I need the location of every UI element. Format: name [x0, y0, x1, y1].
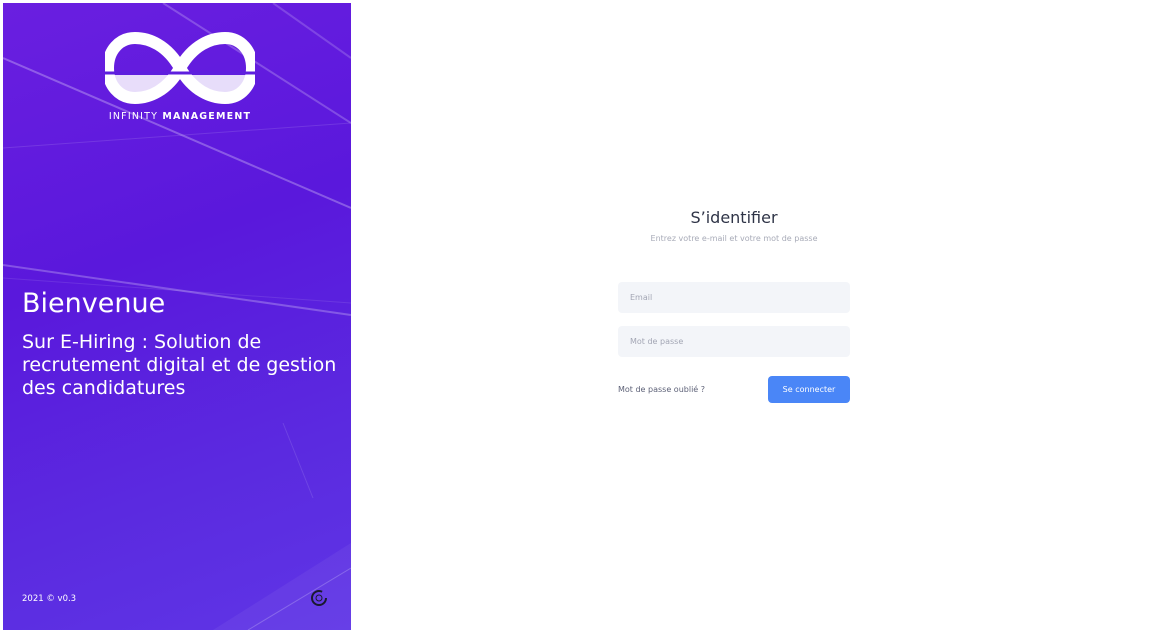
welcome-title: Bienvenue	[22, 288, 166, 319]
password-field[interactable]	[618, 326, 850, 357]
version-label: 2021 © v0.3	[22, 594, 77, 604]
login-button[interactable]: Se connecter	[768, 376, 850, 403]
welcome-subtitle: Sur E-Hiring : Solution de recrutement d…	[22, 331, 337, 399]
login-subtitle: Entrez votre e-mail et votre mot de pass…	[650, 234, 818, 243]
loading-spinner-icon	[311, 590, 327, 606]
email-field[interactable]	[618, 282, 850, 313]
welcome-panel: INFINITY MANAGEMENT Bienvenue Sur E-Hiri…	[3, 3, 351, 630]
brand-name-light: INFINITY	[108, 111, 159, 122]
infinity-logo-icon	[102, 32, 258, 104]
brand-logo: INFINITY MANAGEMENT	[102, 31, 258, 122]
brand-name-bold: MANAGEMENT	[162, 111, 252, 122]
login-page: INFINITY MANAGEMENT Bienvenue Sur E-Hiri…	[0, 0, 1155, 632]
brand-name: INFINITY MANAGEMENT	[105, 111, 255, 122]
login-title: S’identifier	[690, 208, 778, 227]
forgot-password-link[interactable]: Mot de passe oublié ?	[618, 385, 705, 394]
